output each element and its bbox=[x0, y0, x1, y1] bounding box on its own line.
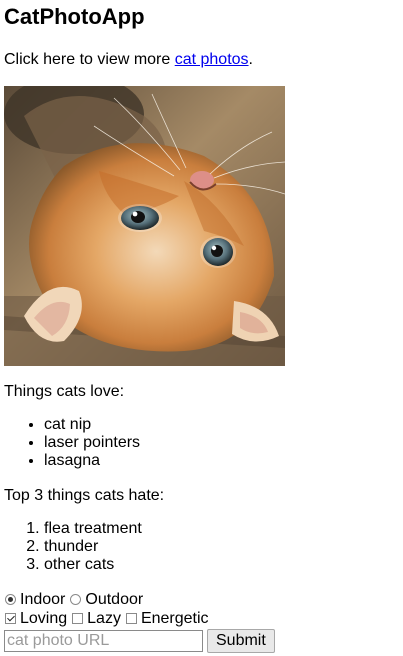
list-item: thunder bbox=[44, 538, 399, 556]
love-list: cat nip laser pointers lasagna bbox=[4, 416, 399, 470]
outdoor-label: Outdoor bbox=[85, 590, 144, 608]
cat-photo-url-input[interactable] bbox=[4, 630, 203, 652]
cat-photo[interactable] bbox=[4, 86, 285, 366]
indoor-radio[interactable] bbox=[5, 594, 16, 605]
energetic-label: Energetic bbox=[140, 609, 209, 627]
loving-option[interactable]: Loving bbox=[4, 610, 67, 628]
page: CatPhotoApp Click here to view more cat … bbox=[0, 0, 403, 656]
indoor-option[interactable]: Indoor bbox=[4, 591, 65, 609]
love-label: Things cats love: bbox=[4, 383, 125, 400]
lazy-option[interactable]: Lazy bbox=[71, 610, 121, 628]
personality-checkbox-group: Loving Lazy Energetic bbox=[4, 609, 399, 628]
cat-photo-form: Indoor Outdoor Loving Lazy Energetic cat… bbox=[4, 590, 399, 653]
intro-suffix: . bbox=[248, 51, 253, 68]
cat-photos-link[interactable]: cat photos bbox=[175, 51, 249, 68]
loving-checkbox[interactable] bbox=[5, 613, 16, 624]
list-item: other cats bbox=[44, 556, 399, 574]
intro-prefix: Click here to view more bbox=[4, 51, 175, 68]
outdoor-radio[interactable] bbox=[70, 594, 82, 605]
lazy-checkbox[interactable] bbox=[72, 613, 84, 624]
lazy-label: Lazy bbox=[87, 609, 121, 627]
submit-button[interactable]: Submit bbox=[207, 629, 275, 653]
loving-label: Loving bbox=[20, 609, 68, 627]
list-item: flea treatment bbox=[44, 520, 399, 538]
intro-text: Click here to view more cat photos. bbox=[4, 50, 399, 70]
location-radio-group: Indoor Outdoor bbox=[4, 590, 399, 609]
energetic-checkbox[interactable] bbox=[125, 613, 137, 624]
list-item: cat nip bbox=[44, 416, 399, 434]
outdoor-option[interactable]: Outdoor bbox=[69, 591, 143, 609]
energetic-option[interactable]: Energetic bbox=[125, 610, 209, 628]
indoor-label: Indoor bbox=[20, 590, 66, 608]
url-submit-row: Submit bbox=[4, 629, 399, 653]
page-title: CatPhotoApp bbox=[4, 4, 145, 29]
list-item: lasagna bbox=[44, 452, 399, 470]
hate-label: Top 3 things cats hate: bbox=[4, 487, 165, 504]
list-item: laser pointers bbox=[44, 434, 399, 452]
hate-list: flea treatment thunder other cats bbox=[4, 520, 399, 574]
